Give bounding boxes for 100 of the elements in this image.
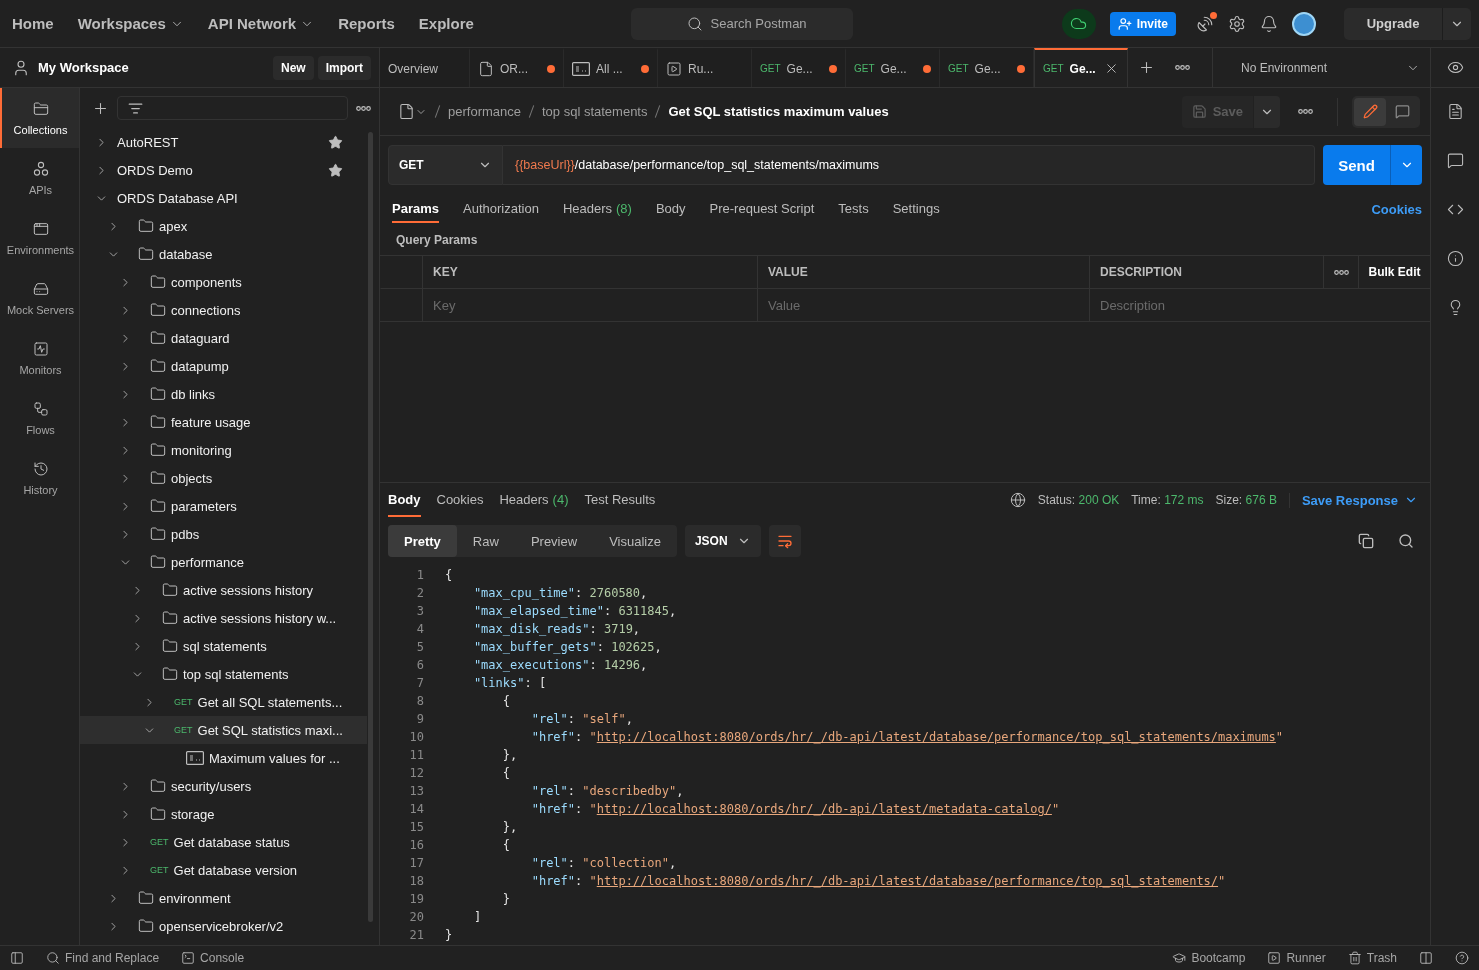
nav-link[interactable]: Explore bbox=[418, 15, 474, 32]
dropdown-button[interactable] bbox=[1254, 95, 1280, 128]
filter-field[interactable] bbox=[117, 96, 348, 120]
url-field[interactable]: {{baseUrl}}/database/performance/top_sql_statements/maximums bbox=[503, 145, 1315, 185]
tree-item[interactable]: storage bbox=[80, 800, 367, 828]
tree-item[interactable]: apex bbox=[80, 212, 367, 240]
tree-item[interactable]: feature usage bbox=[80, 408, 367, 436]
tree-item[interactable]: connections bbox=[80, 296, 367, 324]
url-link[interactable]: http://localhost:8080/ords/hr/_/db-api/latest/database/performance/top_sql_statements/ bbox=[596, 874, 1219, 888]
cookies-link[interactable]: Cookies bbox=[1371, 195, 1422, 223]
bell-icon[interactable] bbox=[1260, 14, 1278, 33]
tree-item[interactable]: monitoring bbox=[80, 436, 367, 464]
tree-item[interactable]: GET Get all SQL statements... bbox=[80, 688, 367, 716]
nav-link[interactable]: Reports bbox=[338, 15, 395, 32]
request-tab[interactable]: Pre-request Script bbox=[709, 195, 815, 223]
tree-item[interactable]: db links bbox=[80, 380, 367, 408]
tree-item[interactable]: openservicebroker/v2 bbox=[80, 912, 367, 940]
tree-item[interactable]: GET Get database version bbox=[80, 856, 367, 884]
format-dropdown[interactable]: JSON bbox=[684, 525, 761, 557]
sidebar-item[interactable]: Flows bbox=[0, 388, 79, 448]
tree-item[interactable]: GET Get SQL statistics maxi... bbox=[80, 716, 367, 744]
wrap-button[interactable] bbox=[768, 525, 801, 557]
globe-icon[interactable] bbox=[1009, 492, 1026, 508]
editor-tab[interactable]: GET Ge... bbox=[1034, 48, 1128, 87]
breadcrumb-link[interactable]: performance bbox=[448, 104, 521, 119]
response-tab[interactable]: Headers (4) bbox=[499, 483, 569, 517]
method-dropdown[interactable]: GET bbox=[388, 145, 503, 185]
view-tab[interactable]: Visualize bbox=[593, 525, 677, 557]
comment-icon[interactable] bbox=[1446, 152, 1464, 169]
status-bar-item[interactable]: Runner bbox=[1267, 951, 1326, 965]
sidebar-item[interactable]: APIs bbox=[0, 148, 79, 208]
sidebar-item[interactable]: Environments bbox=[0, 208, 79, 268]
status-bar-item[interactable]: Bootcamp bbox=[1172, 951, 1246, 965]
response-tab[interactable]: Cookies bbox=[436, 483, 484, 517]
tree-item[interactable]: active sessions history bbox=[80, 576, 367, 604]
tree-item[interactable]: objects bbox=[80, 464, 367, 492]
tree-item[interactable]: ORDS Demo bbox=[80, 156, 367, 184]
search-field[interactable]: Search Postman bbox=[630, 7, 853, 40]
toolbar-button[interactable]: Import bbox=[317, 55, 371, 80]
nav-link[interactable]: Home bbox=[12, 15, 54, 32]
more-icon[interactable] bbox=[1298, 109, 1313, 114]
environment-dropdown[interactable]: No Environment bbox=[1212, 48, 1430, 87]
breadcrumb-link[interactable]: top sql statements bbox=[542, 104, 648, 119]
document-icon[interactable] bbox=[1446, 103, 1464, 120]
sidebar-item[interactable]: Collections bbox=[0, 88, 79, 148]
tree-item[interactable]: active sessions history w... bbox=[80, 604, 367, 632]
satellite-dish-icon[interactable] bbox=[1196, 14, 1214, 33]
sidebar-toggle-icon[interactable] bbox=[10, 951, 24, 965]
param-input[interactable]: Key bbox=[422, 289, 757, 322]
invite-button[interactable]: Invite bbox=[1109, 11, 1176, 36]
tree-item[interactable]: dataguard bbox=[80, 324, 367, 352]
more-button[interactable] bbox=[1323, 256, 1358, 289]
url-link[interactable]: http://localhost:8080/ords/hr/_/db-api/latest/metadata-catalog/ bbox=[596, 802, 1052, 816]
response-tab[interactable]: Test Results bbox=[584, 483, 656, 517]
request-tab[interactable]: Settings bbox=[892, 195, 940, 223]
view-tab[interactable]: Raw bbox=[456, 525, 515, 557]
status-bar-item[interactable]: Trash bbox=[1347, 951, 1397, 965]
tree-item[interactable]: datapump bbox=[80, 352, 367, 380]
tree-item[interactable]: performance bbox=[80, 548, 367, 576]
sidebar-item[interactable]: History bbox=[0, 448, 79, 508]
star-icon[interactable] bbox=[328, 134, 343, 150]
request-tab[interactable]: Authorization bbox=[463, 195, 539, 223]
save-response-button[interactable]: Save Response bbox=[1288, 492, 1418, 508]
status-bar-item[interactable]: Find and Replace bbox=[46, 951, 160, 965]
info-icon[interactable] bbox=[1446, 250, 1464, 267]
tree-item[interactable]: AutoREST bbox=[80, 128, 367, 156]
param-input[interactable]: Description bbox=[1089, 289, 1430, 322]
help-icon[interactable] bbox=[1455, 951, 1469, 965]
param-input[interactable]: Value bbox=[757, 289, 1089, 322]
tree-item[interactable]: security/users bbox=[80, 772, 367, 800]
response-tab[interactable]: Body bbox=[388, 483, 421, 517]
nav-link[interactable]: API Network bbox=[207, 15, 315, 32]
avatar[interactable] bbox=[1292, 11, 1316, 36]
file-icon[interactable] bbox=[398, 103, 415, 120]
tree-item[interactable]: ORDS Database API bbox=[80, 184, 367, 212]
tree-item[interactable]: database bbox=[80, 240, 367, 268]
request-tab[interactable]: Tests bbox=[838, 195, 869, 223]
sidebar-item[interactable]: Monitors bbox=[0, 328, 79, 388]
more-icon[interactable] bbox=[356, 105, 371, 111]
close-icon[interactable] bbox=[1104, 61, 1119, 76]
tree-item[interactable]: pdbs bbox=[80, 520, 367, 548]
url-link[interactable]: http://localhost:8080/ords/hr/_/db-api/latest/database/performance/top_sql_statements/maximums bbox=[596, 730, 1276, 744]
nav-link[interactable]: Workspaces bbox=[77, 15, 184, 32]
tree-item[interactable]: environment bbox=[80, 884, 367, 912]
bulk-edit-button[interactable]: Bulk Edit bbox=[1358, 256, 1430, 289]
request-tab[interactable]: Body bbox=[655, 195, 686, 223]
view-tab[interactable]: Pretty bbox=[388, 525, 457, 557]
columns-icon[interactable] bbox=[1419, 951, 1433, 965]
tree-item[interactable]: parameters bbox=[80, 492, 367, 520]
tree-item[interactable]: components bbox=[80, 268, 367, 296]
toolbar-button[interactable]: New bbox=[272, 55, 314, 80]
star-icon[interactable] bbox=[328, 162, 343, 178]
view-tab[interactable]: Preview bbox=[514, 525, 594, 557]
status-bar-item[interactable]: Console bbox=[181, 951, 245, 965]
request-tab[interactable]: Params bbox=[392, 195, 439, 223]
sidebar-item[interactable]: Mock Servers bbox=[0, 268, 79, 328]
settings-icon[interactable] bbox=[1228, 14, 1246, 33]
request-tab[interactable]: Headers (8) bbox=[562, 195, 632, 223]
tree-item[interactable]: top sql statements bbox=[80, 660, 367, 688]
tree-item[interactable]: sql statements bbox=[80, 632, 367, 660]
